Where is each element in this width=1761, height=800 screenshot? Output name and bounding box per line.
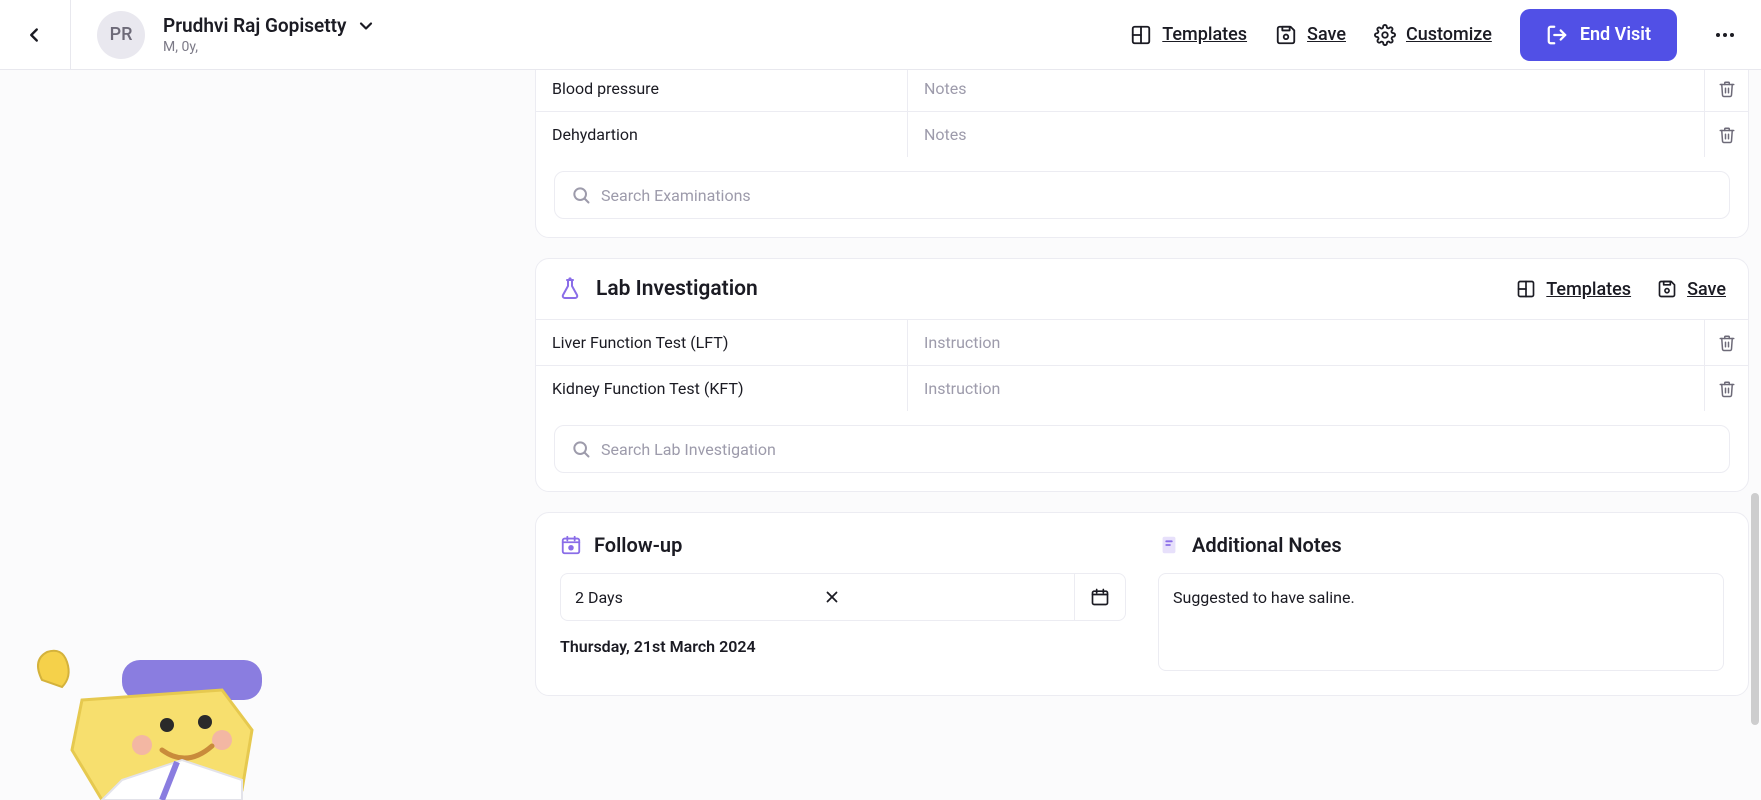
more-horizontal-icon [1713, 23, 1737, 47]
lab-instruction-input[interactable] [924, 333, 1688, 352]
lab-investigation-card: Lab Investigation Templates Save Liver F… [535, 258, 1749, 492]
lab-search-input[interactable] [601, 440, 1713, 459]
scrollbar-thumb[interactable] [1751, 493, 1759, 725]
followup-value: 2 Days [575, 588, 813, 607]
close-icon [823, 588, 841, 606]
calendar-clock-icon [560, 534, 582, 556]
lab-instruction-input[interactable] [924, 379, 1688, 398]
additional-notes-input[interactable] [1173, 588, 1709, 656]
save-label: Save [1307, 24, 1346, 45]
back-button[interactable] [16, 17, 52, 53]
search-icon [571, 439, 591, 459]
templates-button[interactable]: Templates [1130, 24, 1247, 46]
notes-icon [1158, 534, 1180, 556]
examinations-search-input[interactable] [601, 186, 1713, 205]
lab-search[interactable] [554, 425, 1730, 473]
flask-icon [558, 277, 582, 301]
examinations-search[interactable] [554, 171, 1730, 219]
avatar[interactable]: PR [97, 11, 145, 59]
left-pane [0, 70, 535, 800]
lab-row: Kidney Function Test (KFT) [536, 365, 1748, 411]
examination-notes-input[interactable] [924, 125, 1688, 144]
content-scroll[interactable]: Blood pressure Dehydartion [535, 70, 1761, 800]
gear-icon [1374, 24, 1396, 46]
trash-icon [1718, 80, 1736, 98]
exit-icon [1546, 24, 1568, 46]
end-visit-label: End Visit [1580, 24, 1651, 45]
followup-column: Follow-up 2 Days Thursday, 21 [560, 533, 1126, 671]
trash-icon [1718, 126, 1736, 144]
delete-examination-button[interactable] [1704, 70, 1748, 111]
lab-templates-button[interactable]: Templates [1516, 279, 1631, 300]
lab-save-button[interactable]: Save [1657, 279, 1726, 300]
lab-row: Liver Function Test (LFT) [536, 319, 1748, 365]
examination-name: Blood pressure [536, 70, 908, 111]
delete-lab-button[interactable] [1704, 320, 1748, 365]
scrollbar[interactable] [1749, 72, 1759, 798]
examination-row: Dehydartion [536, 111, 1748, 157]
trash-icon [1718, 380, 1736, 398]
patient-meta: M, 0y, [163, 39, 376, 55]
followup-value-field[interactable]: 2 Days [560, 573, 1074, 621]
trash-icon [1718, 334, 1736, 352]
templates-label: Templates [1162, 24, 1247, 45]
more-menu-button[interactable] [1705, 15, 1745, 55]
customize-label: Customize [1406, 24, 1492, 45]
lab-save-label: Save [1687, 279, 1726, 300]
header-actions: Templates Save Customize End Visit [1130, 9, 1745, 61]
calendar-icon [1090, 587, 1110, 607]
followup-date-picker-button[interactable] [1074, 573, 1126, 621]
chevron-down-icon [356, 16, 376, 36]
customize-button[interactable]: Customize [1374, 24, 1492, 46]
templates-icon [1130, 24, 1152, 46]
lab-title: Lab Investigation [596, 277, 1502, 301]
examination-notes-input[interactable] [924, 79, 1688, 98]
patient-name: Prudhvi Raj Gopisetty [163, 14, 346, 37]
lab-test-name: Liver Function Test (LFT) [536, 320, 908, 365]
main-area: Blood pressure Dehydartion [0, 70, 1761, 800]
end-visit-button[interactable]: End Visit [1520, 9, 1677, 61]
followup-title: Follow-up [594, 533, 682, 557]
save-icon [1275, 24, 1297, 46]
save-button[interactable]: Save [1275, 24, 1346, 46]
templates-icon [1516, 279, 1536, 299]
lab-templates-label: Templates [1546, 279, 1631, 300]
examination-name: Dehydartion [536, 112, 908, 157]
delete-examination-button[interactable] [1704, 112, 1748, 157]
lab-test-name: Kidney Function Test (KFT) [536, 366, 908, 411]
examinations-card: Blood pressure Dehydartion [535, 70, 1749, 238]
patient-dropdown[interactable] [356, 16, 376, 36]
save-icon [1657, 279, 1677, 299]
followup-date: Thursday, 21st March 2024 [560, 637, 1126, 656]
examination-row: Blood pressure [536, 70, 1748, 111]
additional-notes-title: Additional Notes [1192, 533, 1342, 557]
followup-notes-card: Follow-up 2 Days Thursday, 21 [535, 512, 1749, 696]
app-header: PR Prudhvi Raj Gopisetty M, 0y, Template… [0, 0, 1761, 70]
patient-block: Prudhvi Raj Gopisetty M, 0y, [163, 14, 376, 55]
mascot-illustration [12, 640, 262, 800]
search-icon [571, 185, 591, 205]
clear-followup-button[interactable] [823, 588, 1061, 606]
header-divider [70, 0, 71, 70]
delete-lab-button[interactable] [1704, 366, 1748, 411]
chevron-left-icon [23, 24, 45, 46]
additional-notes-column: Additional Notes [1158, 533, 1724, 671]
